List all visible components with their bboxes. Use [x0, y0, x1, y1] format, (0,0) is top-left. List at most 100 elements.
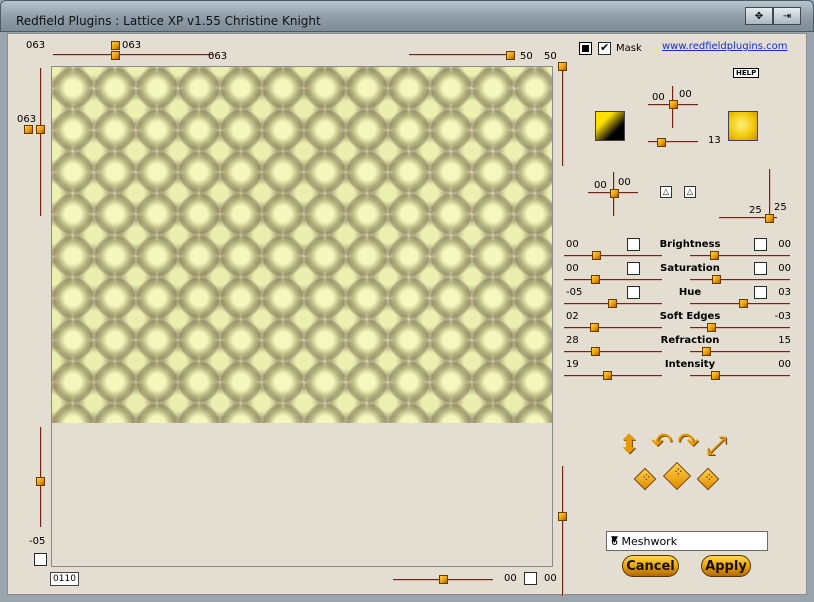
- bottom-slider-knob[interactable]: [439, 575, 448, 584]
- left-vertical-knob-a[interactable]: [24, 125, 33, 134]
- adjust-label: Intensity: [664, 359, 716, 370]
- adjust-left-track[interactable]: [564, 279, 662, 281]
- adjust-right-value: 03: [778, 287, 791, 298]
- plugin-dialog: 063 063 063 50 50 063 -05 Mask www.redfi…: [7, 33, 807, 596]
- left-vertical-knob-b[interactable]: [36, 125, 45, 134]
- left-bottom-checkbox[interactable]: [34, 553, 47, 566]
- adjust-label: Brightness: [659, 239, 721, 250]
- top-slider-value-upper: 063: [122, 40, 142, 51]
- bottom-value-a: 00: [504, 573, 517, 584]
- title-buttons: ✥ ⇥: [745, 7, 801, 25]
- middle-lower-knob[interactable]: [558, 512, 567, 521]
- adjust-left-checkbox[interactable]: [627, 262, 640, 275]
- triangle-up-icon-b[interactable]: △: [684, 186, 696, 198]
- light-x-value: 00: [652, 92, 665, 103]
- adjust-right-checkbox[interactable]: [754, 238, 767, 251]
- adjust-left-knob[interactable]: [591, 275, 600, 284]
- adjust-left-checkbox[interactable]: [627, 286, 640, 299]
- top-right-value-a: 50: [520, 51, 533, 62]
- top-right-slider-knob[interactable]: [506, 51, 515, 60]
- seed-number-box[interactable]: 0110: [50, 572, 79, 586]
- adjust-right-knob[interactable]: [711, 371, 720, 380]
- adjust-label: Saturation: [660, 263, 720, 274]
- top-slider-knob-upper[interactable]: [111, 41, 120, 50]
- dice-small-icon-b[interactable]: [696, 467, 720, 491]
- apply-button[interactable]: Apply: [701, 555, 751, 577]
- adjust-right-knob[interactable]: [739, 299, 748, 308]
- adjust-right-track[interactable]: [690, 255, 790, 257]
- mask-label: Mask: [616, 43, 642, 54]
- adjust-right-knob[interactable]: [702, 347, 711, 356]
- middle-lower-track[interactable]: [562, 466, 564, 596]
- window-title: Redfield Plugins : Lattice XP v1.55 Chri…: [16, 14, 321, 28]
- adjust-left-value: -05: [566, 287, 583, 298]
- adjust-left-value: 02: [566, 311, 579, 322]
- top-left-value: 063: [26, 40, 46, 51]
- adjust-left-track[interactable]: [564, 375, 662, 377]
- website-link[interactable]: www.redfieldplugins.com: [662, 41, 787, 52]
- adjust-right-value: 00: [778, 263, 791, 274]
- adjust-left-knob[interactable]: [591, 347, 600, 356]
- adjust-right-value: 15: [778, 335, 791, 346]
- adjust-right-value: -03: [774, 311, 791, 322]
- light-z-knob[interactable]: [657, 138, 666, 147]
- mask-color-swatch[interactable]: [579, 42, 592, 55]
- adjust-left-knob[interactable]: [590, 323, 599, 332]
- adjust-left-knob[interactable]: [592, 251, 601, 260]
- middle-vertical-knob[interactable]: [558, 62, 567, 71]
- cancel-button[interactable]: Cancel: [622, 555, 679, 577]
- light-position-knob[interactable]: [669, 100, 678, 109]
- bottom-checkbox[interactable]: [524, 572, 537, 585]
- tilt-y-value: 00: [618, 177, 631, 188]
- adjust-right-knob[interactable]: [707, 323, 716, 332]
- left-bottom-value: -05: [29, 536, 46, 547]
- adjust-right-knob[interactable]: [712, 275, 721, 284]
- triangle-up-icon-a[interactable]: △: [660, 186, 672, 198]
- tilt-corner-knob[interactable]: [765, 214, 774, 223]
- tilt-value-b: 25: [774, 202, 787, 213]
- help-button[interactable]: HELP: [733, 68, 760, 78]
- left-lower-knob[interactable]: [36, 477, 45, 486]
- adjust-left-value: 00: [566, 263, 579, 274]
- close-icon[interactable]: ⇥: [773, 7, 801, 25]
- adjust-right-track[interactable]: [690, 327, 790, 329]
- tilt-knob[interactable]: [610, 189, 619, 198]
- preview-panel[interactable]: [51, 66, 553, 567]
- top-slider-knob[interactable]: [111, 51, 120, 60]
- adjust-left-value: 19: [566, 359, 579, 370]
- tilt-vertical-track[interactable]: [769, 169, 771, 219]
- adjust-left-checkbox[interactable]: [627, 238, 640, 251]
- diamond-flip-icon[interactable]: ⬍: [618, 432, 640, 458]
- adjust-left-knob[interactable]: [608, 299, 617, 308]
- preset-select[interactable]: 6 Meshwork ▼: [606, 531, 768, 551]
- left-vertical-track[interactable]: [40, 68, 42, 216]
- adjust-right-checkbox[interactable]: [754, 286, 767, 299]
- adjust-left-track[interactable]: [564, 255, 662, 257]
- top-slider-track[interactable]: [53, 54, 213, 56]
- rotate-right-icon[interactable]: ↷: [677, 430, 699, 456]
- dice-small-icon-a[interactable]: [633, 467, 657, 491]
- expand-arrow-icon[interactable]: ⤢: [706, 433, 727, 459]
- adjust-left-track[interactable]: [564, 351, 662, 353]
- color-thumbnail[interactable]: [728, 111, 758, 141]
- dice-large-icon[interactable]: [662, 461, 692, 491]
- middle-vertical-track[interactable]: [562, 66, 564, 166]
- adjust-left-knob[interactable]: [603, 371, 612, 380]
- adjust-left-track[interactable]: [564, 327, 662, 329]
- adjust-right-checkbox[interactable]: [754, 262, 767, 275]
- rotate-left-icon[interactable]: ↶: [651, 430, 673, 456]
- left-top-value: 063: [17, 114, 37, 125]
- adjust-left-value: 00: [566, 239, 579, 250]
- texture-thumbnail[interactable]: [595, 111, 625, 141]
- adjust-right-track[interactable]: [690, 375, 790, 377]
- light-z-track[interactable]: [648, 141, 698, 143]
- adjust-label: Hue: [678, 287, 702, 298]
- adjust-right-knob[interactable]: [710, 251, 719, 260]
- move-icon[interactable]: ✥: [745, 7, 773, 25]
- mask-checkbox[interactable]: [598, 41, 611, 55]
- top-right-slider-track[interactable]: [409, 54, 514, 56]
- adjust-right-track[interactable]: [690, 279, 790, 281]
- adjust-right-value: 00: [778, 239, 791, 250]
- tilt-x-value: 00: [594, 180, 607, 191]
- adjust-left-value: 28: [566, 335, 579, 346]
